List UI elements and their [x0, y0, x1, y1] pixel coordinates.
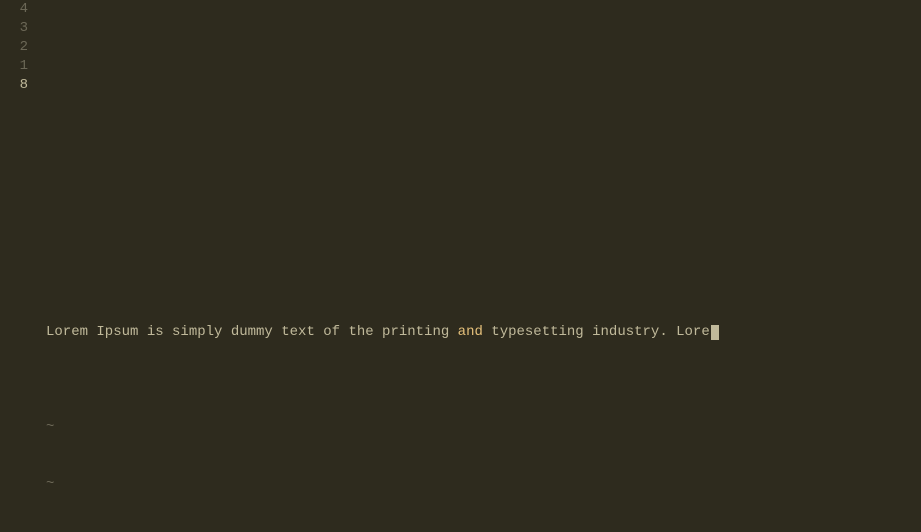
line-8-content: Lorem Ipsum is simply dummy text of the …	[46, 323, 921, 342]
text-before-and: Lorem Ipsum is simply dummy text of the …	[46, 323, 458, 342]
line-number-4: 4	[20, 0, 28, 19]
line-number-2: 2	[20, 38, 28, 57]
text-and: and	[458, 323, 483, 342]
line-4-content	[46, 57, 921, 76]
line-number-8: 8	[20, 76, 28, 95]
line-3-content	[46, 114, 921, 133]
editor-content[interactable]: Lorem Ipsum is simply dummy text of the …	[36, 0, 921, 532]
line-numbers: 4 3 2 1 8	[0, 0, 36, 532]
editor-container: 4 3 2 1 8 Lorem	[0, 0, 921, 532]
text-cursor	[711, 325, 719, 340]
line-number-3: 3	[20, 19, 28, 38]
line-1-content	[46, 228, 921, 247]
tilde-symbol-2: ~	[46, 475, 54, 494]
line-2-content	[46, 171, 921, 190]
tilde-symbol-1: ~	[46, 418, 54, 437]
tilde-line-2: ~	[46, 475, 921, 494]
line-number-1: 1	[20, 57, 28, 76]
text-after-and: typesetting industry. Lore	[483, 323, 710, 342]
tilde-line-1: ~	[46, 418, 921, 437]
